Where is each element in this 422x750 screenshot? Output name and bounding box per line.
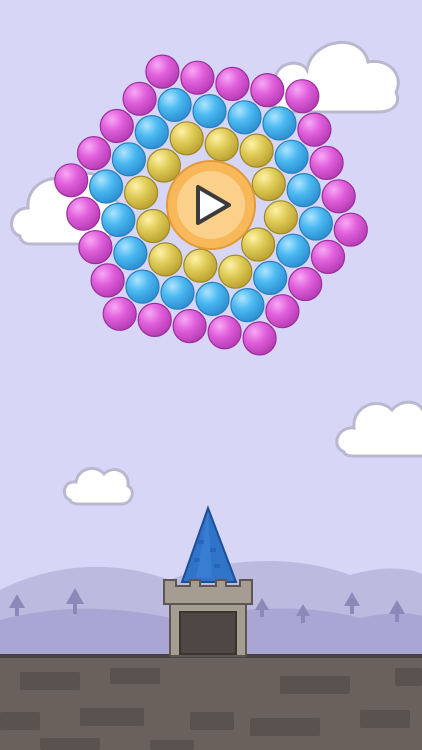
blue-bubble[interactable]: [195, 281, 230, 316]
gold-bubble[interactable]: [218, 254, 253, 289]
magenta-bubble[interactable]: [321, 179, 356, 214]
magenta-bubble[interactable]: [309, 145, 344, 180]
blue-bubble[interactable]: [227, 100, 262, 135]
magenta-bubble[interactable]: [145, 54, 180, 89]
blue-bubble[interactable]: [113, 236, 148, 271]
magenta-bubble[interactable]: [102, 296, 137, 331]
blue-bubble[interactable]: [276, 233, 311, 268]
blue-bubble[interactable]: [111, 142, 146, 177]
gold-bubble[interactable]: [148, 242, 183, 277]
magenta-bubble[interactable]: [54, 163, 89, 198]
blue-bubble[interactable]: [157, 87, 192, 123]
magenta-bubble[interactable]: [172, 309, 207, 344]
stone-ground: [0, 654, 422, 750]
gold-bubble[interactable]: [251, 166, 286, 202]
blue-bubble[interactable]: [253, 260, 288, 295]
play-button[interactable]: [166, 160, 256, 250]
magenta-bubble[interactable]: [265, 294, 300, 329]
tower-window: [179, 611, 237, 655]
magenta-bubble[interactable]: [288, 266, 323, 302]
blue-bubble[interactable]: [125, 269, 160, 304]
magenta-bubble[interactable]: [242, 321, 277, 356]
blue-bubble[interactable]: [286, 173, 321, 208]
cloud-top-right: [259, 40, 400, 114]
blue-bubble[interactable]: [101, 202, 136, 237]
magenta-bubble[interactable]: [76, 136, 112, 171]
magenta-bubble[interactable]: [333, 212, 368, 247]
magenta-bubble[interactable]: [310, 239, 346, 274]
magenta-bubble[interactable]: [250, 72, 285, 108]
blue-bubble[interactable]: [262, 106, 297, 141]
cloud-small: [62, 466, 134, 506]
magenta-bubble[interactable]: [122, 81, 157, 116]
magenta-bubble[interactable]: [90, 263, 125, 298]
gold-bubble[interactable]: [124, 175, 159, 210]
gold-bubble[interactable]: [239, 133, 274, 168]
magenta-bubble[interactable]: [285, 79, 320, 114]
magenta-bubble[interactable]: [66, 196, 101, 231]
blue-bubble[interactable]: [274, 139, 309, 174]
gold-bubble[interactable]: [204, 127, 239, 162]
game-scene: [0, 40, 422, 750]
gold-bubble[interactable]: [169, 121, 204, 156]
blue-bubble[interactable]: [298, 206, 333, 241]
magenta-bubble[interactable]: [297, 112, 332, 147]
blue-bubble[interactable]: [230, 288, 265, 323]
gold-bubble[interactable]: [146, 148, 181, 183]
magenta-bubble[interactable]: [215, 66, 250, 102]
blue-bubble[interactable]: [134, 115, 169, 150]
gold-bubble[interactable]: [183, 248, 218, 283]
magenta-bubble[interactable]: [78, 230, 113, 265]
magenta-bubble[interactable]: [137, 302, 172, 337]
gold-bubble[interactable]: [263, 200, 298, 235]
cloud-right-middle: [335, 400, 422, 458]
gold-bubble[interactable]: [241, 227, 276, 262]
magenta-bubble[interactable]: [207, 315, 242, 350]
blue-bubble[interactable]: [88, 169, 124, 204]
gold-bubble[interactable]: [136, 208, 171, 244]
magenta-bubble[interactable]: [180, 60, 215, 95]
magenta-bubble[interactable]: [99, 108, 134, 144]
blue-bubble[interactable]: [192, 93, 227, 129]
blue-bubble[interactable]: [160, 275, 195, 310]
